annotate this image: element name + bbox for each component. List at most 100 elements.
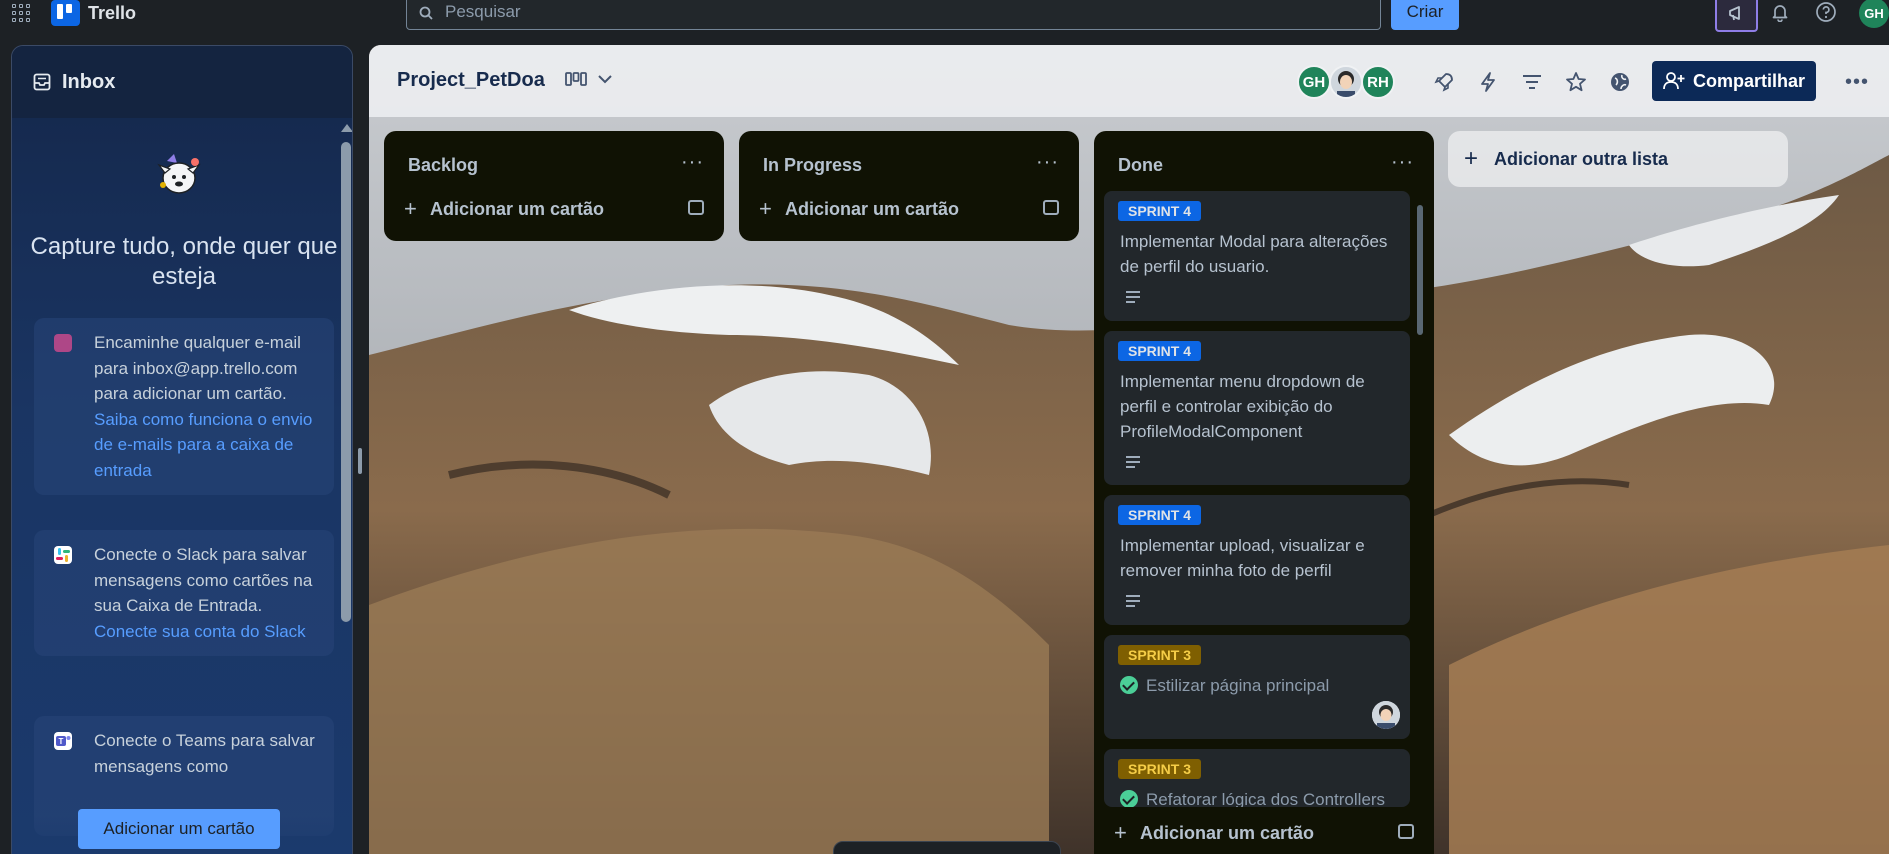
app-switcher-icon[interactable] — [12, 4, 30, 22]
complete-check-icon[interactable] — [1120, 790, 1138, 807]
teams-connect-text: Conecte o Teams para salvar mensagens co… — [94, 731, 315, 776]
card[interactable]: SPRINT 4 Implementar Modal para alteraçõ… — [1104, 191, 1410, 321]
card-label: SPRINT 4 — [1118, 341, 1202, 361]
visibility-globe-icon[interactable] — [1607, 69, 1633, 95]
email-forward-text: Encaminhe qualquer e-mail para inbox@app… — [94, 333, 301, 403]
teams-icon: T — [54, 732, 72, 750]
inbox-scrollbar[interactable] — [337, 124, 352, 684]
search-placeholder: Pesquisar — [445, 2, 521, 21]
inbox-title: Inbox — [62, 70, 116, 93]
plus-icon: + — [404, 196, 417, 221]
list-title[interactable]: Backlog — [408, 155, 478, 176]
create-button[interactable]: Criar — [1391, 0, 1459, 30]
board-menu-more-icon[interactable]: ••• — [1844, 69, 1870, 95]
inbox-icon — [33, 73, 51, 91]
app-name: Trello — [88, 2, 137, 23]
add-list-button[interactable]: + Adicionar outra lista — [1448, 131, 1788, 187]
member-avatar-photo[interactable] — [1329, 65, 1363, 99]
share-button[interactable]: Compartilhar — [1652, 61, 1816, 101]
description-icon — [1126, 456, 1140, 471]
description-icon — [1126, 595, 1140, 610]
search-icon — [419, 6, 433, 20]
inbox-headline: Capture tudo, onde quer que esteja — [30, 233, 338, 290]
inbox-header: Inbox — [12, 46, 352, 118]
description-icon — [1126, 291, 1140, 306]
plus-icon: + — [1464, 145, 1479, 172]
inbox-scroll-thumb[interactable] — [341, 142, 351, 622]
complete-check-icon[interactable] — [1120, 676, 1138, 694]
list-scroll-thumb[interactable] — [1417, 205, 1423, 335]
email-icon — [54, 334, 72, 352]
card-template-icon[interactable] — [688, 200, 704, 215]
top-navigation-bar: Trello Pesquisar Criar GH — [0, 0, 1889, 38]
slack-connect-card: Conecte o Slack para salvar mensagens co… — [34, 530, 334, 656]
email-help-link[interactable]: Saiba como funciona o envio de e-mails p… — [94, 407, 322, 484]
board-title[interactable]: Project_PetDoa — [397, 69, 545, 92]
card-label: SPRINT 3 — [1118, 645, 1202, 665]
board-view-icon[interactable] — [565, 71, 587, 89]
card[interactable]: SPRINT 4 Implementar menu dropdown de pe… — [1104, 331, 1410, 485]
board-area: Project_PetDoa GH RH Compartilhar ••• Ba… — [369, 45, 1889, 854]
card[interactable]: SPRINT 3 Estilizar página principal — [1104, 635, 1410, 739]
automation-lightning-icon[interactable] — [1475, 69, 1501, 95]
svg-text:T: T — [59, 737, 64, 746]
card-template-icon[interactable] — [1043, 200, 1059, 215]
trello-logo[interactable]: Trello — [51, 0, 136, 26]
add-card-label: Adicionar um cartão — [1140, 822, 1315, 843]
card-title: Implementar Modal para alterações de per… — [1120, 232, 1388, 276]
add-card-button[interactable]: + Adicionar um cartão — [759, 191, 1059, 227]
slack-connect-text: Conecte o Slack para salvar mensagens co… — [94, 545, 313, 615]
bottom-switcher-bar[interactable] — [833, 841, 1061, 854]
panel-resize-handle[interactable] — [358, 448, 362, 474]
list-menu-icon[interactable]: ··· — [681, 151, 704, 174]
list-done: Done ··· SPRINT 4 Implementar Modal para… — [1094, 131, 1434, 854]
add-card-button[interactable]: + Adicionar um cartão — [404, 191, 704, 227]
list-menu-icon[interactable]: ··· — [1036, 151, 1059, 174]
share-label: Compartilhar — [1692, 70, 1806, 91]
power-ups-rocket-icon[interactable] — [1431, 69, 1457, 95]
help-icon[interactable] — [1814, 0, 1838, 24]
email-forward-card: Encaminhe qualquer e-mail para inbox@app… — [34, 318, 334, 495]
announcements-button[interactable] — [1715, 0, 1758, 32]
card-label: SPRINT 4 — [1118, 505, 1202, 525]
add-card-label: Adicionar um cartão — [785, 198, 960, 219]
card-label: SPRINT 3 — [1118, 759, 1202, 779]
card-title: Refatorar lógica dos Controllers — [1120, 787, 1390, 807]
plus-icon: + — [1114, 820, 1127, 845]
card[interactable]: SPRINT 4 Implementar upload, visualizar … — [1104, 495, 1410, 625]
inbox-add-card-button[interactable]: Adicionar um cartão — [78, 809, 280, 849]
add-list-label: Adicionar outra lista — [1494, 148, 1669, 169]
slack-connect-link[interactable]: Conecte sua conta do Slack — [94, 619, 322, 645]
plus-icon: + — [759, 196, 772, 221]
star-icon[interactable] — [1563, 69, 1589, 95]
list-title[interactable]: Done — [1118, 155, 1163, 176]
card-member-avatar[interactable] — [1372, 701, 1400, 729]
slack-icon — [54, 546, 72, 564]
member-avatar-rh[interactable]: RH — [1361, 65, 1395, 99]
card-title: Estilizar página principal — [1120, 673, 1390, 698]
list-menu-icon[interactable]: ··· — [1391, 151, 1414, 174]
card[interactable]: SPRINT 3 Refatorar lógica dos Controller… — [1104, 749, 1410, 807]
user-avatar[interactable]: GH — [1859, 0, 1889, 28]
list-backlog: Backlog ··· + Adicionar um cartão — [384, 131, 724, 241]
filter-icon[interactable] — [1519, 69, 1545, 95]
list-scrollbar[interactable] — [1416, 189, 1424, 799]
card-label: SPRINT 4 — [1118, 201, 1202, 221]
scroll-up-arrow-icon[interactable] — [341, 124, 352, 132]
inbox-panel: Inbox Capture tudo, onde quer que esteja… — [11, 45, 353, 854]
search-input[interactable]: Pesquisar — [406, 0, 1381, 30]
add-card-button[interactable]: + Adicionar um cartão — [1114, 815, 1414, 851]
trello-logo-icon — [51, 0, 80, 26]
megaphone-icon — [1728, 6, 1740, 21]
card-title: Implementar menu dropdown de perfil e co… — [1120, 372, 1365, 441]
member-avatar-gh[interactable]: GH — [1297, 65, 1331, 99]
chevron-down-icon[interactable] — [597, 73, 613, 85]
add-user-icon — [1663, 72, 1685, 90]
taco-mascot-icon — [157, 154, 201, 194]
card-template-icon[interactable] — [1398, 824, 1414, 839]
list-in-progress: In Progress ··· + Adicionar um cartão — [739, 131, 1079, 241]
board-header: Project_PetDoa GH RH Compartilhar ••• — [369, 45, 1889, 117]
list-title[interactable]: In Progress — [763, 155, 862, 176]
add-card-label: Adicionar um cartão — [430, 198, 605, 219]
notifications-bell-icon[interactable] — [1768, 0, 1792, 24]
